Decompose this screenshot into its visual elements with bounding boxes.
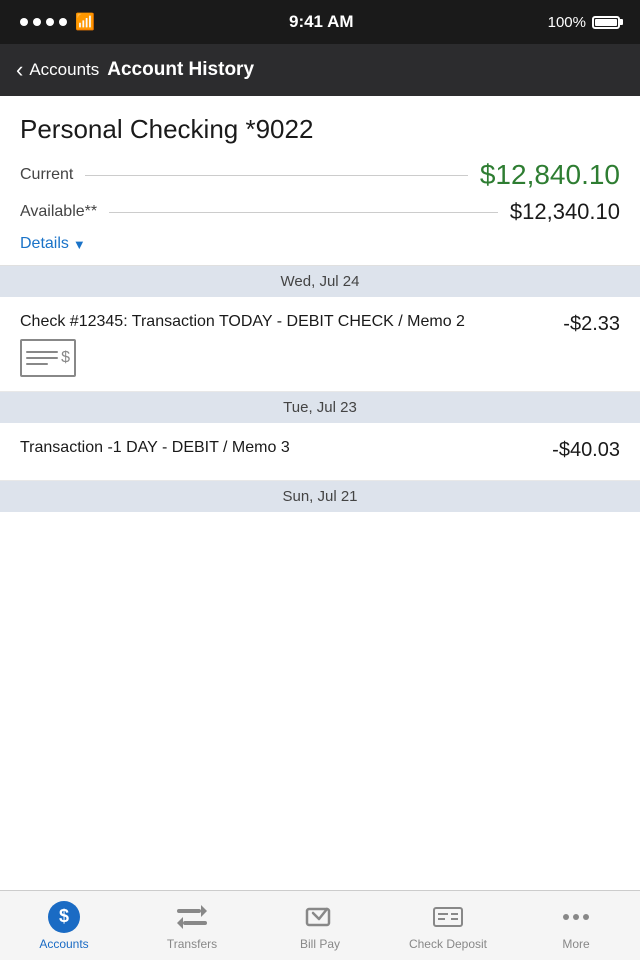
wifi-icon: 📶 (75, 12, 95, 32)
current-label: Current (20, 166, 73, 184)
tab-accounts[interactable]: $ Accounts (0, 891, 128, 960)
table-row[interactable]: Check #12345: Transaction TODAY - DEBIT … (0, 297, 640, 392)
balance-divider (85, 175, 468, 176)
available-label: Available** (20, 203, 97, 221)
tab-bar: $ Accounts Transfers Bill Pay (0, 890, 640, 960)
tab-billpay[interactable]: Bill Pay (256, 891, 384, 960)
current-balance-row: Current $12,840.10 (20, 159, 620, 191)
checkdeposit-icon (433, 903, 463, 931)
tab-accounts-label: Accounts (39, 937, 88, 951)
tab-transfers-label: Transfers (167, 937, 217, 951)
transaction-list: Wed, Jul 24 Check #12345: Transaction TO… (0, 266, 640, 912)
back-chevron-icon: ‹ (16, 59, 23, 81)
details-chevron-icon: ▼ (73, 237, 86, 252)
accounts-icon: $ (48, 901, 80, 933)
check-dollar-sign: $ (61, 349, 70, 367)
transaction-amount: -$2.33 (563, 311, 620, 336)
transaction-description: Transaction -1 DAY - DEBIT / Memo 3 (20, 437, 536, 459)
date-header-sun-jul-21: Sun, Jul 21 (0, 481, 640, 512)
details-label: Details (20, 235, 69, 253)
transfers-icon-wrapper (176, 901, 208, 933)
transfers-icon (177, 903, 207, 931)
transaction-left: Check #12345: Transaction TODAY - DEBIT … (20, 311, 563, 377)
available-balance-row: Available** $12,340.10 (20, 199, 620, 225)
details-link[interactable]: Details ▼ (20, 235, 620, 253)
transaction-amount: -$40.03 (552, 437, 620, 462)
status-bar: 📶 9:41 AM 100% (0, 0, 640, 44)
check-line-1 (26, 351, 58, 353)
tab-more[interactable]: More (512, 891, 640, 960)
tab-more-label: More (562, 937, 589, 951)
transaction-left: Transaction -1 DAY - DEBIT / Memo 3 (20, 437, 552, 465)
account-header: Personal Checking *9022 Current $12,840.… (0, 96, 640, 266)
date-header-wed-jul-24: Wed, Jul 24 (0, 266, 640, 297)
status-left: 📶 (20, 12, 95, 32)
tab-billpay-label: Bill Pay (300, 937, 340, 951)
tab-transfers[interactable]: Transfers (128, 891, 256, 960)
check-image-icon: $ (20, 339, 76, 377)
account-name: Personal Checking *9022 (20, 114, 620, 145)
transaction-description: Check #12345: Transaction TODAY - DEBIT … (20, 311, 547, 333)
page-title: Account History (107, 59, 254, 81)
battery-icon (592, 16, 620, 29)
billpay-icon-wrapper (304, 901, 336, 933)
table-row[interactable]: Transaction -1 DAY - DEBIT / Memo 3 -$40… (0, 423, 640, 480)
billpay-icon (305, 903, 335, 931)
status-time: 9:41 AM (289, 12, 354, 32)
tab-checkdeposit[interactable]: Check Deposit (384, 891, 512, 960)
checkdeposit-icon-wrapper (432, 901, 464, 933)
nav-bar: ‹ Accounts Account History (0, 44, 640, 96)
available-divider (109, 212, 498, 213)
more-icon (561, 903, 591, 931)
check-line-2 (26, 357, 58, 359)
check-lines (26, 351, 58, 365)
status-right: 100% (548, 14, 620, 31)
more-icon-wrapper (560, 901, 592, 933)
available-amount: $12,340.10 (510, 199, 620, 225)
current-amount: $12,840.10 (480, 159, 620, 191)
back-label: Accounts (29, 60, 99, 80)
back-button[interactable]: ‹ Accounts (16, 59, 99, 81)
tab-checkdeposit-label: Check Deposit (409, 937, 487, 951)
date-header-tue-jul-23: Tue, Jul 23 (0, 392, 640, 423)
battery-percent: 100% (548, 14, 586, 31)
check-line-3 (26, 363, 48, 365)
signal-dots (20, 18, 67, 26)
accounts-icon-wrapper: $ (48, 901, 80, 933)
